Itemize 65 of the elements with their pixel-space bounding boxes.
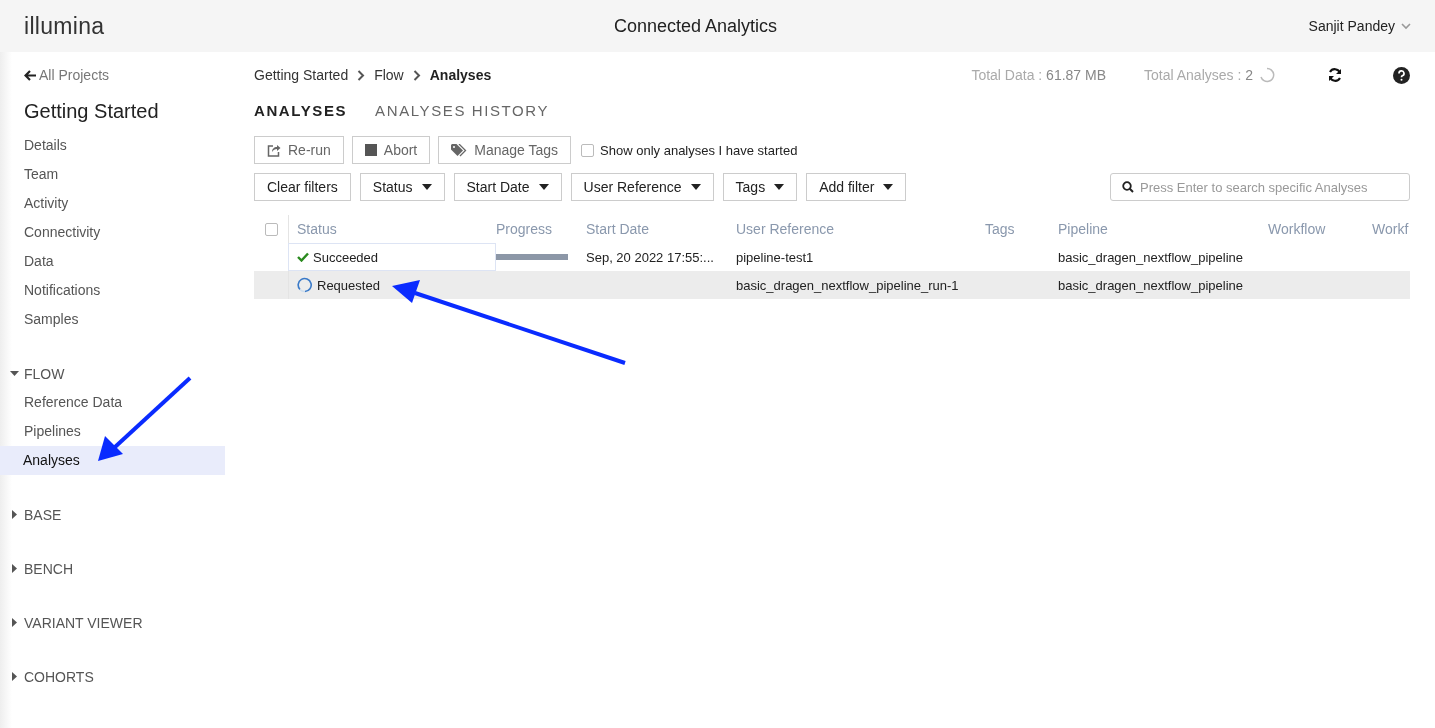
table-row[interactable]: Requested basic_dragen_nextflow_pipeline_run-1 basic_dragen_nextflow_pipeline bbox=[254, 271, 1410, 299]
tab[interactable]: ANALYSES bbox=[254, 102, 348, 119]
status-text: Requested bbox=[317, 277, 380, 293]
caret-down-icon bbox=[538, 184, 549, 190]
sidebar-item[interactable]: Samples bbox=[0, 305, 225, 334]
caret-down-icon bbox=[421, 184, 432, 190]
stat-text: Total Analyses : 2 bbox=[1144, 67, 1253, 83]
sidebar-item[interactable]: Team bbox=[0, 160, 225, 189]
breadcrumb-link[interactable]: Flow bbox=[374, 67, 404, 83]
action-button[interactable]: Abort bbox=[351, 136, 431, 164]
refresh-icon[interactable] bbox=[1327, 67, 1343, 83]
sidebar-item[interactable]: Activity bbox=[0, 189, 225, 218]
logo: illumina bbox=[24, 12, 106, 40]
sidebar-section[interactable]: BASE bbox=[0, 500, 225, 529]
sidebar-section[interactable]: FLOW bbox=[0, 359, 225, 388]
filter-button[interactable]: Status bbox=[359, 173, 445, 201]
filter-button[interactable]: User Reference bbox=[570, 173, 714, 201]
caret-down-icon bbox=[690, 184, 701, 190]
sidebar-section[interactable]: COHORTS bbox=[0, 662, 225, 691]
breadcrumb-link[interactable]: Getting Started bbox=[254, 67, 349, 83]
sidebar-item[interactable]: Notifications bbox=[0, 276, 225, 305]
sidebar-item[interactable]: Details bbox=[0, 131, 225, 160]
breadcrumb-link[interactable]: Analyses bbox=[429, 67, 492, 83]
filter-button[interactable]: Start Date bbox=[453, 173, 562, 201]
tags-icon bbox=[451, 143, 468, 157]
chevron-right-icon bbox=[412, 69, 421, 81]
table-cell: basic_dragen_nextflow_pipeline_run-1 bbox=[736, 277, 959, 293]
sidebar-item[interactable]: Data bbox=[0, 247, 225, 276]
filter-button[interactable]: Add filter bbox=[806, 173, 907, 201]
sidebar-item[interactable]: Connectivity bbox=[0, 218, 225, 247]
action-button[interactable]: Re-run bbox=[254, 136, 344, 164]
sidebar-item[interactable]: Reference Data bbox=[0, 388, 225, 417]
checkbox[interactable] bbox=[581, 143, 595, 157]
filter-button[interactable]: Tags bbox=[722, 173, 798, 201]
caret-down-icon bbox=[883, 184, 894, 190]
table-cell: Sep, 20 2022 17:55:... bbox=[586, 249, 714, 265]
sidebar-section[interactable]: BENCH bbox=[0, 554, 225, 583]
stop-icon bbox=[364, 144, 377, 156]
sidebar-section[interactable]: VARIANT VIEWER bbox=[0, 608, 225, 637]
user-menu[interactable]: Sanjit Pandey bbox=[1308, 18, 1411, 34]
checkbox[interactable] bbox=[264, 222, 278, 236]
table-cell: basic_dragen_nextflow_pipeline bbox=[1058, 277, 1244, 293]
project-title: Getting Started bbox=[23, 99, 160, 124]
checkbox-label: Show only analyses I have started bbox=[600, 142, 798, 158]
app-title: Connected Analytics bbox=[613, 15, 779, 37]
status-text: Succeeded bbox=[313, 249, 379, 265]
help-icon[interactable] bbox=[1393, 66, 1410, 84]
chevron-right-icon bbox=[357, 69, 366, 81]
sidebar-item[interactable]: Pipelines bbox=[0, 417, 225, 446]
search-icon bbox=[1122, 181, 1134, 193]
filter-button[interactable]: Clear filters bbox=[254, 173, 351, 201]
sidebar-item[interactable]: Analyses bbox=[0, 446, 225, 475]
table-cell: pipeline-test1 bbox=[736, 249, 814, 265]
chevron-down-icon bbox=[1401, 22, 1411, 30]
checkmark-icon bbox=[297, 252, 309, 262]
stat-text: Total Data : 61.87 MB bbox=[971, 67, 1107, 83]
action-button[interactable]: Manage Tags bbox=[438, 136, 572, 164]
table-cell: basic_dragen_nextflow_pipeline bbox=[1058, 249, 1244, 265]
arrow-left-icon bbox=[24, 69, 36, 81]
search-field[interactable]: Press Enter to search specific Analyses bbox=[1110, 173, 1410, 201]
caret-down-icon bbox=[774, 184, 785, 190]
spinner-icon bbox=[297, 277, 313, 293]
back-link[interactable]: All Projects bbox=[0, 65, 225, 85]
share-icon bbox=[267, 143, 281, 157]
tab[interactable]: ANALYSES HISTORY bbox=[375, 102, 550, 119]
